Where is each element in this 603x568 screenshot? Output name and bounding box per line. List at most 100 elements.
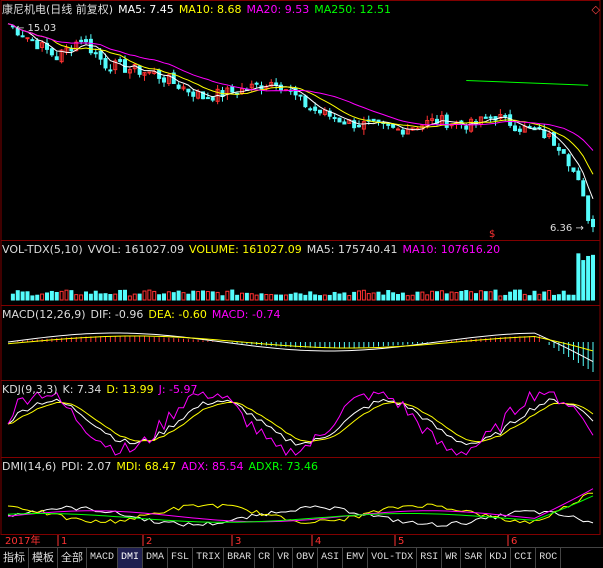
volume-bar [566,294,571,301]
volume-bar [474,293,478,301]
candle-body [49,48,54,56]
candle-body [254,82,259,85]
volume-bar [45,292,49,301]
candle-body [337,117,342,123]
volume-bar [405,295,410,301]
volume-bar [230,289,235,301]
tab-cr[interactable]: CR [255,548,275,568]
diamond-icon[interactable]: ◇ [592,3,600,16]
volume-bar [347,295,352,301]
volume-bar [113,293,118,301]
candle-body [400,129,405,135]
volume-bar [586,255,591,301]
volume-bar [342,292,347,301]
volume-bar [425,294,430,301]
volume-bar [303,294,308,301]
tab-模板[interactable]: 模板 [29,548,58,568]
volume-bar [283,294,288,301]
volume-bar [571,294,576,301]
candle-body [586,195,591,221]
volume-value-2: VOLUME: 161027.09 [189,243,302,256]
volume-bar [293,292,298,301]
tab-rsi[interactable]: RSI [417,548,443,568]
volume-bar [410,294,415,301]
volume-bar [108,294,113,301]
volume-bar [483,291,488,301]
tab-vr[interactable]: VR [274,548,294,568]
tab-roc[interactable]: ROC [536,548,562,568]
tab-emv[interactable]: EMV [343,548,369,568]
tab-dma[interactable]: DMA [143,548,169,568]
j-line [7,390,594,456]
candle-body [488,116,493,119]
candle-body [162,77,166,83]
kdj-value-2: D: 13.99 [106,383,154,396]
volume-bar [522,293,527,301]
tab-dmi[interactable]: DMI [118,548,144,568]
volume-bar [508,291,513,301]
volume-bar [279,294,283,301]
month-label: 2 [146,536,152,547]
volume-bar [542,291,547,301]
volume-bar [439,290,444,301]
volume-bar [361,289,366,301]
candle-body [30,39,35,42]
volume-bar [59,290,64,301]
tab-brar[interactable]: BRAR [224,548,256,568]
candle-body [137,65,142,75]
candle-body [210,97,215,101]
volume-bar [157,294,162,301]
candle-body [54,56,59,61]
volume-bar [400,292,405,301]
volume-bar [532,290,537,301]
tab-vol-tdx[interactable]: VOL-TDX [368,548,418,568]
volume-bar [322,294,327,301]
volume-bar [186,293,191,301]
candle-body [147,71,152,74]
ma5-label: MA5: 7.45 [118,3,174,16]
volume-bar [313,294,318,301]
tab-fsl[interactable]: FSL [168,548,194,568]
volume-bar [191,290,196,301]
candle-body [371,118,376,122]
volume-bar [259,293,264,301]
volume-bar [88,293,93,301]
candle-body [591,218,595,228]
tab-cci[interactable]: CCI [511,548,537,568]
tab-全部[interactable]: 全部 [58,548,87,568]
volume-bar [459,290,464,301]
tab-kdj[interactable]: KDJ [486,548,512,568]
tab-wr[interactable]: WR [442,548,462,568]
volume-bar [527,295,532,301]
tab-asi[interactable]: ASI [318,548,344,568]
volume-bar [123,289,127,301]
macd-value-1: DIF: -0.96 [90,308,144,321]
candle-body [566,154,571,167]
volume-bar [132,293,137,301]
volume-bar [274,294,279,301]
tab-指标[interactable]: 指标 [0,548,29,568]
candle-body [79,39,84,43]
volume-bar [488,291,493,301]
candle-body [98,50,103,60]
volume-value-0: VOL-TDX(5,10) [2,243,83,256]
high-price-label: ← 15.03 [16,23,56,34]
candle-body [35,39,40,50]
candle-body [556,147,561,151]
tab-obv[interactable]: OBV [293,548,319,568]
volume-bar [20,291,25,301]
candle-body [25,37,30,40]
tab-sar[interactable]: SAR [461,548,487,568]
volume-bar [240,292,244,301]
candle-body [503,114,508,117]
volume-bar [74,294,79,301]
volume-bar [196,290,201,301]
tab-macd[interactable]: MACD [87,548,119,568]
volume-bar [352,291,357,301]
candle-body [93,52,98,55]
month-label: 1 [61,536,67,547]
volume-bar [469,291,474,301]
kdj-value-0: KDJ(9,3,3) [2,383,58,396]
candle-body [517,128,522,132]
tab-trix[interactable]: TRIX [193,548,225,568]
